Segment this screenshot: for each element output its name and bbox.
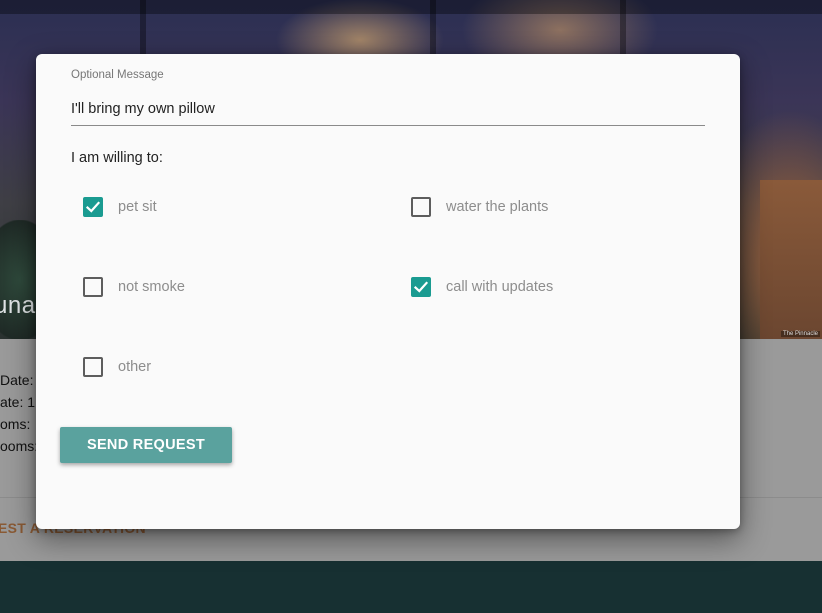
option-label: water the plants: [446, 199, 549, 215]
checkbox[interactable]: [83, 277, 103, 297]
reservation-request-dialog: Optional Message I am willing to: pet si…: [36, 54, 740, 529]
option-label: other: [118, 359, 152, 375]
option-label: not smoke: [118, 279, 185, 295]
detail-bathrooms: ooms:: [0, 438, 39, 454]
checkbox[interactable]: [83, 197, 103, 217]
page-footer: [0, 561, 822, 613]
option-other[interactable]: other: [83, 352, 151, 382]
option-label: call with updates: [446, 279, 554, 295]
option-pet-sit[interactable]: pet sit: [83, 192, 157, 222]
checkbox[interactable]: [411, 197, 431, 217]
detail-rooms: oms:: [0, 416, 31, 432]
option-water-the-plants[interactable]: water the plants: [411, 192, 548, 222]
option-label: pet sit: [118, 199, 157, 215]
message-field-label: Optional Message: [71, 69, 164, 81]
send-request-button[interactable]: SEND REQUEST: [60, 427, 232, 463]
photo-credit: The Pinnacle: [780, 331, 820, 337]
option-call-with-updates[interactable]: call with updates: [411, 272, 553, 302]
detail-end-date: ate: 1: [0, 394, 36, 410]
checkbox[interactable]: [411, 277, 431, 297]
listing-title: una: [0, 292, 36, 319]
message-input[interactable]: [71, 92, 705, 126]
check-icon: [413, 281, 429, 293]
check-icon: [85, 201, 101, 213]
willing-heading: I am willing to:: [71, 150, 163, 166]
option-not-smoke[interactable]: not smoke: [83, 272, 185, 302]
checkbox[interactable]: [83, 357, 103, 377]
